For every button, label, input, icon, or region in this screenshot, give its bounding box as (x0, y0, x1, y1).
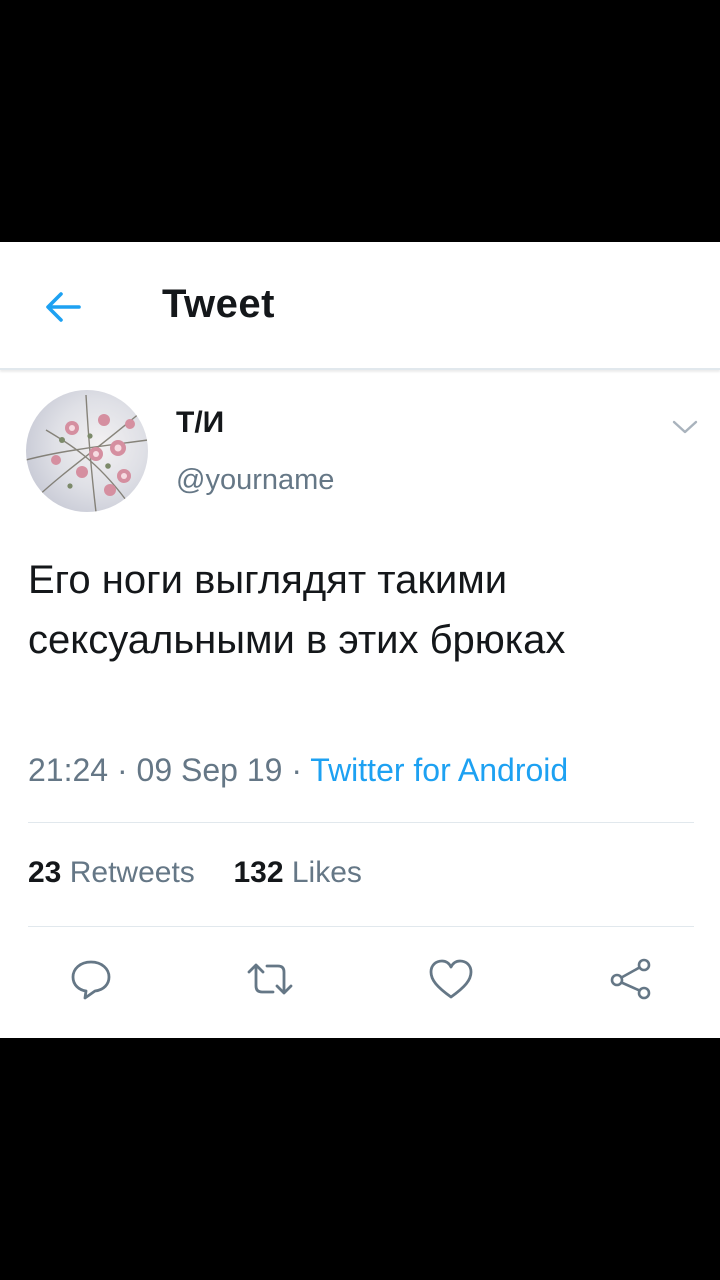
top-app-bar: Tweet (0, 242, 720, 370)
like-count: 132 (233, 856, 284, 889)
meta-separator: · (116, 752, 137, 788)
tweet-time: 21:24 (28, 752, 109, 788)
like-label: Likes (291, 856, 362, 889)
display-name[interactable]: Т/И (176, 406, 224, 440)
tweet-stats: 23 Retweets 132 Likes (28, 856, 362, 890)
retweet-button[interactable] (245, 954, 295, 1004)
divider (28, 822, 694, 823)
like-button[interactable] (426, 954, 476, 1004)
tweet-source-link[interactable]: Twitter for Android (310, 752, 568, 788)
share-icon (610, 958, 651, 1000)
tweet-text: Его ноги выглядят такими сексуальными в … (28, 558, 566, 662)
meta-separator: · (291, 752, 311, 788)
reply-button[interactable] (66, 954, 116, 1004)
retweet-count: 23 (28, 856, 62, 889)
tweet-date: 09 Sep 19 (136, 752, 283, 788)
tweet-metadata: 21:24 · 09 Sep 19 · Twitter for Android (28, 752, 568, 789)
screen: Tweet Т/И @yourname Его ноги выглядят та… (0, 0, 720, 1280)
back-button[interactable] (40, 284, 86, 330)
share-button[interactable] (606, 954, 656, 1004)
avatar[interactable] (26, 390, 148, 512)
heart-icon (429, 959, 473, 999)
divider (28, 926, 694, 927)
reply-icon (71, 960, 111, 1000)
retweet-icon (247, 963, 293, 995)
page-title: Tweet (162, 282, 275, 326)
retweet-label: Retweets (69, 856, 195, 889)
likes-stat[interactable]: 132 Likes (233, 856, 361, 890)
more-options-button[interactable] (668, 414, 702, 440)
arrow-left-icon (46, 292, 81, 322)
user-handle[interactable]: @yourname (176, 464, 334, 497)
chevron-down-icon (672, 420, 698, 434)
tweet-detail-card: Tweet Т/И @yourname Его ноги выглядят та… (0, 242, 720, 1038)
avatar-image (26, 394, 148, 512)
retweets-stat[interactable]: 23 Retweets (28, 856, 195, 890)
